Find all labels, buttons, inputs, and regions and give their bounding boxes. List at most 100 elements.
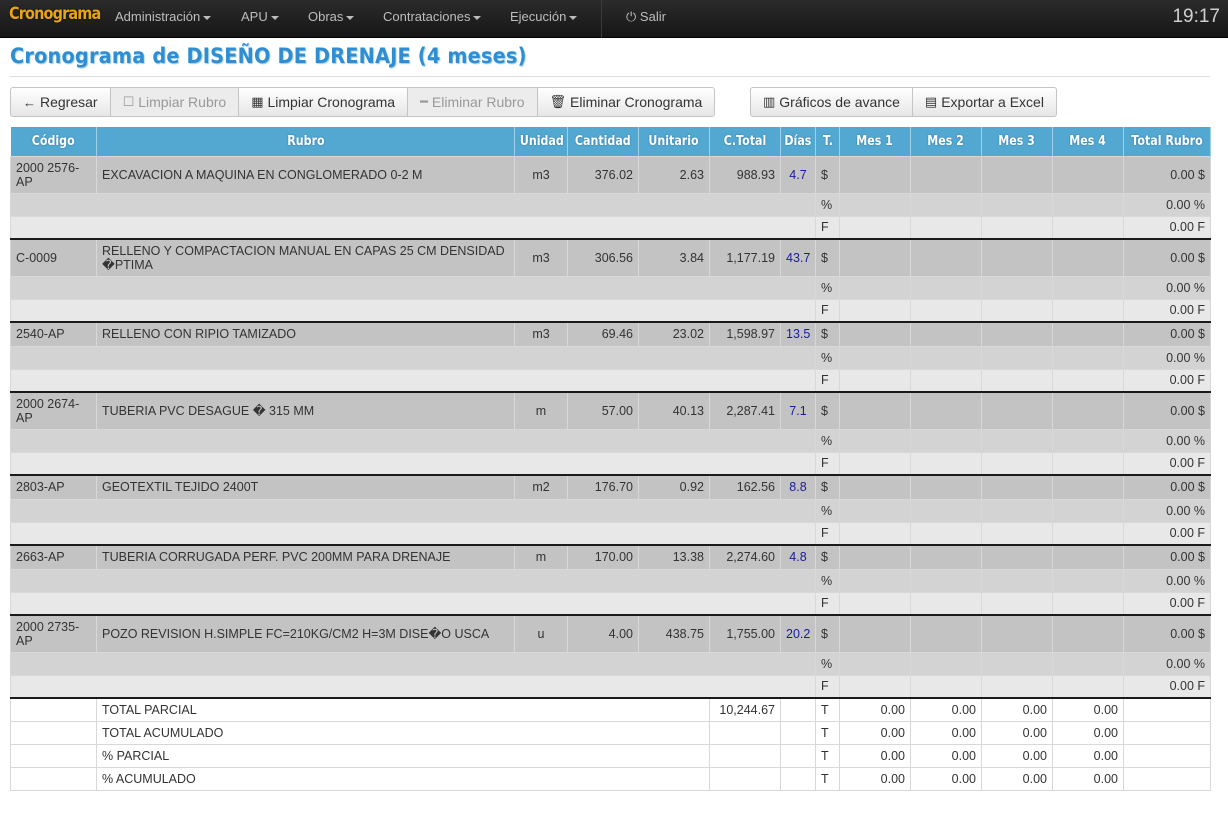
cell-mes-4[interactable] xyxy=(1052,544,1124,570)
exportar-excel-button[interactable]: ▤ Exportar a Excel xyxy=(911,87,1057,117)
eliminar-rubro-button[interactable]: ━ Eliminar Rubro xyxy=(407,87,538,117)
cell-mes-1[interactable] xyxy=(839,391,911,430)
cell-mes-2[interactable] xyxy=(910,428,982,453)
cell-mes-1[interactable] xyxy=(839,521,911,546)
cell-mes-2[interactable] xyxy=(910,391,982,430)
cell-mes-3[interactable] xyxy=(981,591,1053,616)
brand-logo[interactable]: Cronograma xyxy=(9,4,101,24)
cell-mes-1[interactable] xyxy=(839,275,911,300)
cell-mes-1[interactable] xyxy=(839,651,911,676)
cell-mes-2[interactable] xyxy=(910,298,982,323)
cell-mes-2[interactable] xyxy=(910,451,982,476)
cell-mes-4[interactable] xyxy=(1052,192,1124,217)
cell-mes-4[interactable] xyxy=(1052,591,1124,616)
cell-mes-4[interactable] xyxy=(1052,215,1124,240)
graficos-avance-button[interactable]: ▥ Gráficos de avance xyxy=(750,87,913,117)
cell-mes-3[interactable] xyxy=(981,521,1053,546)
cell-mes-2[interactable] xyxy=(910,275,982,300)
cell-mes-3[interactable] xyxy=(981,428,1053,453)
cell-mes-3[interactable] xyxy=(981,298,1053,323)
cell-mes-1[interactable] xyxy=(839,238,911,277)
cell-mes-2[interactable] xyxy=(910,155,982,194)
cell-mes-2[interactable] xyxy=(910,321,982,347)
cell-mes-3[interactable] xyxy=(981,368,1053,393)
cell-mes-1[interactable] xyxy=(839,368,911,393)
menu-administracion[interactable]: Administración xyxy=(115,9,212,24)
cell-mes-1[interactable] xyxy=(839,321,911,347)
cell-mes-3[interactable] xyxy=(981,192,1053,217)
cell-mes-4[interactable] xyxy=(1052,428,1124,453)
cell-dias[interactable]: 43.7 xyxy=(780,238,816,277)
cell-dias[interactable]: 4.8 xyxy=(780,544,816,570)
table-row[interactable]: 2803-AP GEOTEXTIL TEJIDO 2400T m2 176.70 0.9… xyxy=(10,474,1211,500)
cell-dias[interactable]: 4.7 xyxy=(780,155,816,194)
table-row[interactable]: 2540-AP RELLENO CON RIPIO TAMIZADO m3 69.46… xyxy=(10,321,1211,347)
cell-mes-3[interactable] xyxy=(981,474,1053,500)
limpiar-cronograma-button[interactable]: ▦ Limpiar Cronograma xyxy=(238,87,409,117)
cell-mes-1[interactable] xyxy=(839,192,911,217)
cell-mes-4[interactable] xyxy=(1052,568,1124,593)
cell-mes-3[interactable] xyxy=(981,345,1053,370)
cell-mes-2[interactable] xyxy=(910,368,982,393)
cell-mes-3[interactable] xyxy=(981,275,1053,300)
cell-mes-4[interactable] xyxy=(1052,451,1124,476)
cell-mes-1[interactable] xyxy=(839,474,911,500)
cell-mes-2[interactable] xyxy=(910,591,982,616)
cell-mes-3[interactable] xyxy=(981,215,1053,240)
cell-mes-4[interactable] xyxy=(1052,238,1124,277)
table-row[interactable]: 2000 2735-AP POZO REVISION H.SIMPLE FC=21… xyxy=(10,614,1211,653)
cell-mes-4[interactable] xyxy=(1052,651,1124,676)
regresar-button[interactable]: ← Regresar xyxy=(10,87,111,117)
cell-mes-4[interactable] xyxy=(1052,345,1124,370)
cell-mes-4[interactable] xyxy=(1052,391,1124,430)
cell-mes-1[interactable] xyxy=(839,591,911,616)
table-row[interactable]: 2000 2576-AP EXCAVACION A MAQUINA EN CONG… xyxy=(10,155,1211,194)
cell-mes-4[interactable] xyxy=(1052,155,1124,194)
table-row[interactable]: 2000 2674-AP TUBERIA PVC DESAGUE � 315 MM… xyxy=(10,391,1211,430)
table-row[interactable]: 2663-AP TUBERIA CORRUGADA PERF. PVC 200MM… xyxy=(10,544,1211,570)
cell-mes-3[interactable] xyxy=(981,238,1053,277)
cell-mes-2[interactable] xyxy=(910,345,982,370)
cell-mes-2[interactable] xyxy=(910,614,982,653)
cell-mes-3[interactable] xyxy=(981,391,1053,430)
cell-mes-1[interactable] xyxy=(839,428,911,453)
cell-mes-2[interactable] xyxy=(910,498,982,523)
cell-mes-3[interactable] xyxy=(981,568,1053,593)
menu-apu[interactable]: APU xyxy=(241,9,279,24)
cell-dias[interactable]: 7.1 xyxy=(780,391,816,430)
eliminar-cronograma-button[interactable]: 🗑 Eliminar Cronograma xyxy=(536,87,716,117)
cell-mes-1[interactable] xyxy=(839,498,911,523)
cell-mes-1[interactable] xyxy=(839,345,911,370)
cell-mes-2[interactable] xyxy=(910,238,982,277)
cell-mes-1[interactable] xyxy=(839,298,911,323)
cell-mes-4[interactable] xyxy=(1052,474,1124,500)
cell-mes-3[interactable] xyxy=(981,651,1053,676)
cell-mes-2[interactable] xyxy=(910,651,982,676)
cell-mes-4[interactable] xyxy=(1052,498,1124,523)
cell-dias[interactable]: 13.5 xyxy=(780,321,816,347)
cell-mes-4[interactable] xyxy=(1052,368,1124,393)
cell-mes-3[interactable] xyxy=(981,155,1053,194)
cell-mes-2[interactable] xyxy=(910,544,982,570)
cell-mes-3[interactable] xyxy=(981,321,1053,347)
cell-mes-3[interactable] xyxy=(981,451,1053,476)
cell-mes-2[interactable] xyxy=(910,674,982,699)
menu-obras[interactable]: Obras xyxy=(308,9,355,24)
cell-mes-2[interactable] xyxy=(910,521,982,546)
cell-mes-3[interactable] xyxy=(981,498,1053,523)
cell-mes-4[interactable] xyxy=(1052,521,1124,546)
cell-mes-4[interactable] xyxy=(1052,674,1124,699)
cell-mes-1[interactable] xyxy=(839,568,911,593)
cell-mes-4[interactable] xyxy=(1052,275,1124,300)
cell-mes-2[interactable] xyxy=(910,215,982,240)
cell-dias[interactable]: 8.8 xyxy=(780,474,816,500)
cell-mes-1[interactable] xyxy=(839,215,911,240)
cell-mes-1[interactable] xyxy=(839,451,911,476)
table-row[interactable]: C-0009 RELLENO Y COMPACTACION MANUAL EN C… xyxy=(10,238,1211,277)
cell-mes-4[interactable] xyxy=(1052,614,1124,653)
cell-mes-1[interactable] xyxy=(839,544,911,570)
cell-mes-3[interactable] xyxy=(981,614,1053,653)
cell-mes-3[interactable] xyxy=(981,674,1053,699)
cell-mes-2[interactable] xyxy=(910,474,982,500)
cell-mes-4[interactable] xyxy=(1052,298,1124,323)
